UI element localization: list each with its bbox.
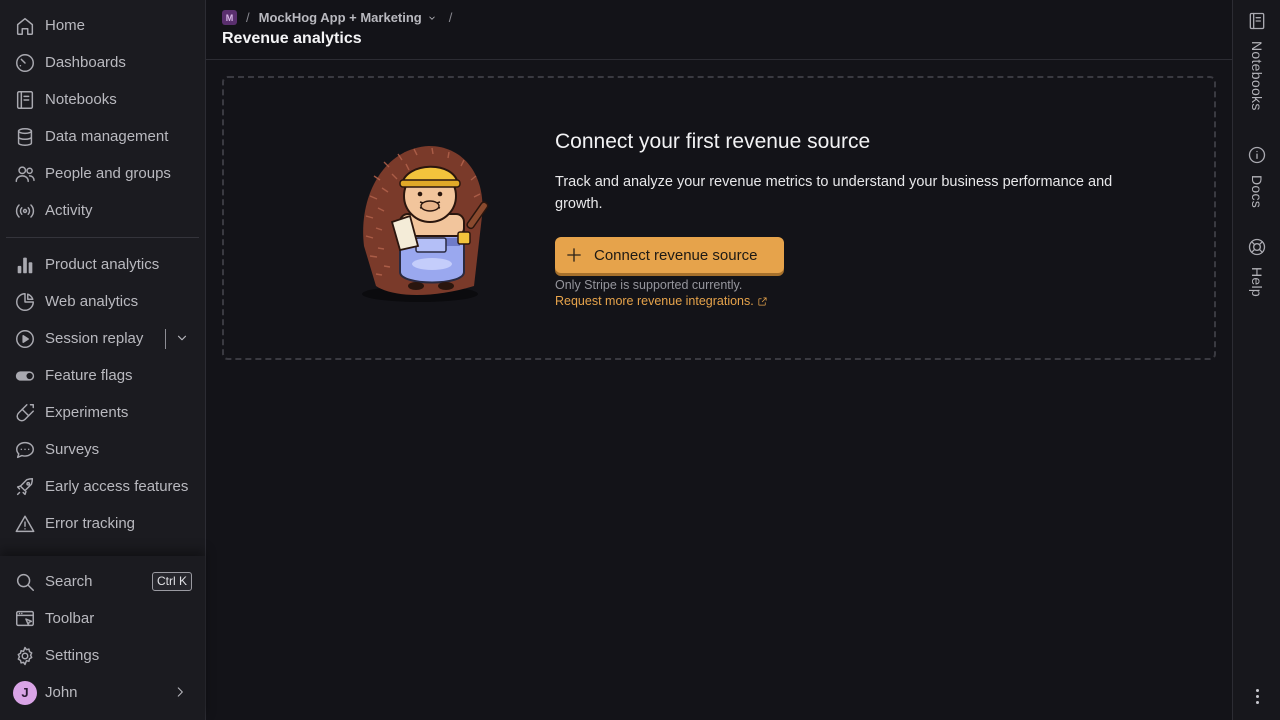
sidebar-item-product-analytics[interactable]: Product analytics [0, 246, 205, 283]
stripe-support-note: Only Stripe is supported currently. [555, 278, 743, 292]
project-badge: M [222, 10, 237, 25]
search-button[interactable]: Search Ctrl K [0, 563, 205, 600]
info-icon [1248, 146, 1266, 164]
sidebar: Home Dashboards Notebooks Data managemen… [0, 0, 206, 720]
rocket-icon [13, 475, 37, 499]
dashboard-icon [13, 51, 37, 75]
sidebar-item-early-access[interactable]: Early access features [0, 468, 205, 505]
pie-chart-icon [13, 290, 37, 314]
connect-revenue-source-button[interactable]: Connect revenue source [555, 237, 784, 273]
toggle-icon [13, 364, 37, 388]
sidebar-item-label: Home [45, 17, 86, 34]
connect-revenue-source-label: Connect revenue source [594, 246, 758, 264]
activity-icon [13, 199, 37, 223]
page-title: Revenue analytics [222, 30, 362, 47]
empty-state-title: Connect your first revenue source [555, 130, 871, 153]
sidebar-item-people[interactable]: People and groups [0, 155, 205, 192]
gear-icon [13, 644, 37, 668]
search-shortcut: Ctrl K [152, 572, 192, 591]
sidebar-item-data-management[interactable]: Data management [0, 118, 205, 155]
sidebar-item-label: Data management [45, 128, 169, 145]
avatar: J [13, 680, 37, 705]
sidebar-nav: Home Dashboards Notebooks Data managemen… [0, 0, 205, 556]
sidebar-item-notebooks[interactable]: Notebooks [0, 81, 205, 118]
hedgehog-illustration [362, 146, 489, 302]
project-switcher[interactable]: MockHog App + Marketing [259, 10, 437, 25]
warning-icon [13, 512, 37, 536]
sidebar-item-activity[interactable]: Activity [0, 192, 205, 229]
more-options-icon[interactable] [1247, 684, 1267, 708]
sidebar-item-label: Web analytics [45, 293, 139, 310]
user-menu-button[interactable]: J John [0, 674, 205, 711]
flask-icon [13, 401, 37, 425]
search-label: Search [45, 573, 93, 590]
lifebuoy-icon [1248, 238, 1266, 256]
bar-chart-icon [13, 253, 37, 277]
sidebar-item-label: Activity [45, 202, 93, 219]
revenue-empty-state: Connect your first revenue source Track … [222, 76, 1216, 360]
sidebar-item-label: Session replay [45, 330, 144, 347]
sidebar-item-label: Feature flags [45, 367, 133, 384]
chevron-down-icon[interactable] [173, 328, 191, 348]
external-link-icon [758, 296, 767, 306]
sidebar-item-home[interactable]: Home [0, 7, 205, 44]
breadcrumb-separator: / [448, 10, 453, 25]
people-icon [13, 162, 37, 186]
sidebar-item-label: People and groups [45, 165, 171, 182]
sidebar-item-label: Early access features [45, 478, 189, 495]
sidebar-item-feature-flags[interactable]: Feature flags [0, 357, 205, 394]
avatar-wrap: J [13, 680, 37, 705]
notebooks-panel-button[interactable]: Notebooks [1233, 11, 1280, 111]
sidebar-item-experiments[interactable]: Experiments [0, 394, 205, 431]
docs-panel-label: Docs [1249, 175, 1265, 209]
notebook-icon [1249, 12, 1265, 30]
sidebar-item-label: Dashboards [45, 54, 126, 71]
play-circle-icon [13, 327, 37, 351]
sidebar-divider [6, 237, 199, 238]
breadcrumb-separator: / [246, 10, 250, 25]
notebooks-panel-label: Notebooks [1249, 41, 1265, 111]
toolbar-button[interactable]: Toolbar [0, 600, 205, 637]
sidebar-item-dashboards[interactable]: Dashboards [0, 44, 205, 81]
help-panel-button[interactable]: Help [1233, 237, 1280, 297]
sidebar-scroll-fade [0, 536, 205, 556]
sidebar-item-session-replay[interactable]: Session replay [0, 320, 205, 357]
page-header: M / MockHog App + Marketing / Revenue an… [206, 0, 1232, 60]
settings-label: Settings [45, 647, 100, 664]
empty-state-description: Track and analyze your revenue metrics t… [555, 174, 1113, 212]
sidebar-item-label: Notebooks [45, 91, 117, 108]
breadcrumb: M / MockHog App + Marketing / [222, 10, 461, 25]
chevron-down-icon [428, 15, 435, 20]
user-name: John [45, 684, 78, 701]
chevron-right-icon [173, 685, 187, 703]
sidebar-item-label: Error tracking [45, 515, 136, 532]
docs-panel-button[interactable]: Docs [1233, 145, 1280, 208]
sidebar-item-label: Experiments [45, 404, 129, 421]
help-panel-label: Help [1249, 267, 1265, 297]
session-replay-divider [165, 329, 166, 349]
project-name: MockHog App + Marketing [258, 10, 422, 25]
request-integrations-link[interactable]: Request more revenue integrations. [555, 294, 768, 308]
notebook-icon [13, 88, 37, 112]
toolbar-label: Toolbar [45, 610, 95, 627]
sidebar-item-label: Surveys [45, 441, 100, 458]
home-icon [13, 14, 37, 38]
request-integrations-label: Request more revenue integrations. [555, 294, 754, 308]
search-icon [13, 570, 37, 594]
sidebar-bottom: Search Ctrl K Toolbar Settings J John [0, 556, 205, 720]
settings-button[interactable]: Settings [0, 637, 205, 674]
sidebar-item-label: Product analytics [45, 256, 160, 273]
sidebar-item-web-analytics[interactable]: Web analytics [0, 283, 205, 320]
plus-icon [567, 248, 581, 262]
right-side-panel: Notebooks Docs Help [1232, 0, 1280, 720]
chat-bubble-icon [13, 438, 37, 462]
toolbar-icon [13, 607, 37, 631]
database-icon [13, 125, 37, 149]
sidebar-item-surveys[interactable]: Surveys [0, 431, 205, 468]
